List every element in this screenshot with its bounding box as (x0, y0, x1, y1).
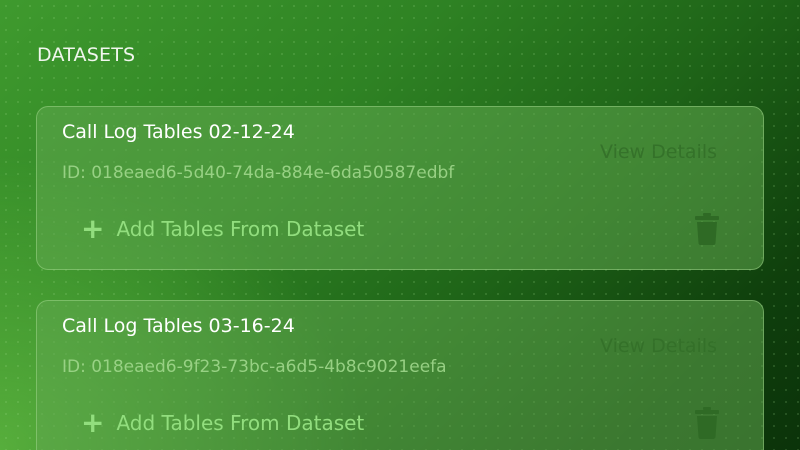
dataset-id: ID: 018eaed6-5d40-74da-884e-6da50587edbf (62, 163, 455, 183)
trash-icon[interactable] (695, 407, 719, 439)
view-details-button[interactable]: View Details (600, 141, 717, 163)
add-tables-button[interactable]: + Add Tables From Dataset (81, 212, 365, 245)
dataset-title: Call Log Tables 03-16-24 (62, 315, 295, 337)
add-tables-label: Add Tables From Dataset (116, 411, 365, 435)
add-tables-label: Add Tables From Dataset (116, 217, 365, 241)
dataset-card: Call Log Tables 03-16-24 ID: 018eaed6-9f… (36, 300, 764, 450)
dataset-card: Call Log Tables 02-12-24 ID: 018eaed6-5d… (36, 106, 764, 270)
add-tables-button[interactable]: + Add Tables From Dataset (81, 406, 365, 439)
dataset-title: Call Log Tables 02-12-24 (62, 121, 295, 143)
section-title: DATASETS (37, 44, 136, 66)
dataset-id: ID: 018eaed6-9f23-73bc-a6d5-4b8c9021eefa (62, 357, 447, 377)
view-details-button[interactable]: View Details (600, 335, 717, 357)
plus-icon: + (81, 406, 105, 439)
trash-icon[interactable] (695, 213, 719, 245)
plus-icon: + (81, 212, 105, 245)
